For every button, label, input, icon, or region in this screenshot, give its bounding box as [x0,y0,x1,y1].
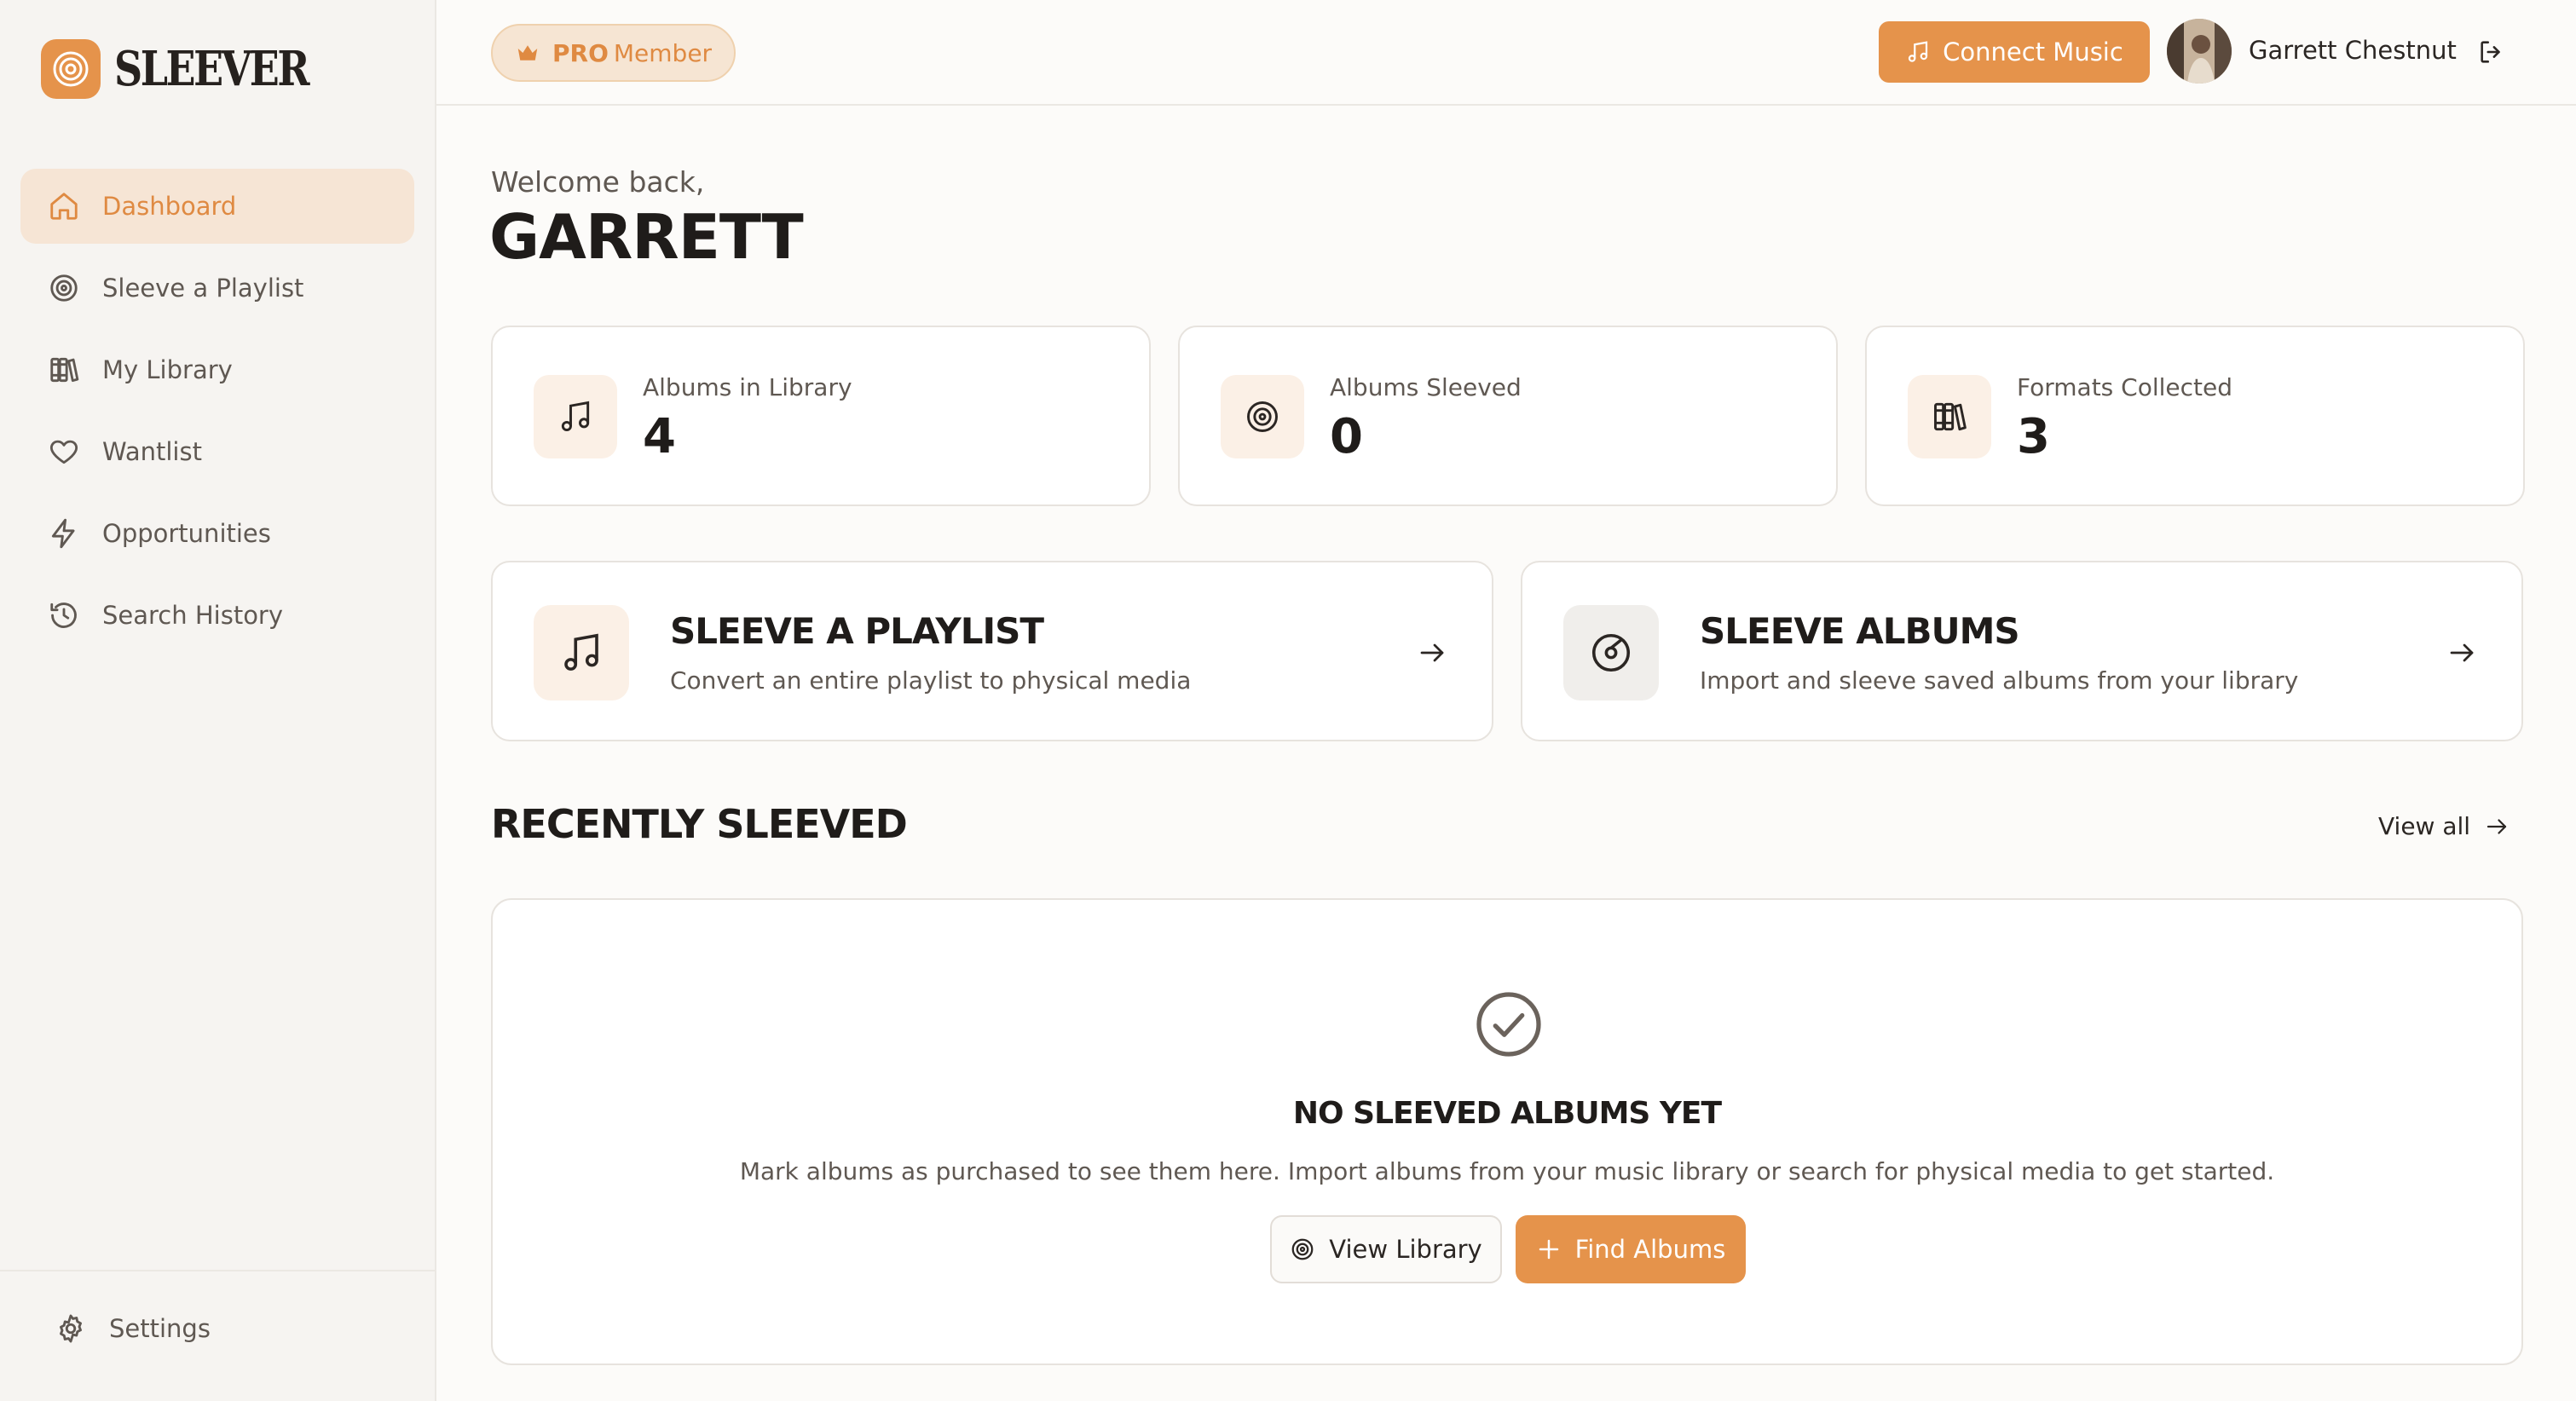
stat-value: 3 [2017,409,2050,464]
action-title: SLEEVE ALBUMS [1700,610,2020,652]
view-library-button[interactable]: View Library [1270,1215,1502,1283]
member-label: Member [613,38,713,67]
sidebar-item-label: Opportunities [102,519,271,548]
sidebar-item-label: Dashboard [102,192,237,221]
crown-icon [517,45,538,61]
connect-music-button[interactable]: Connect Music [1879,21,2150,83]
connect-music-label: Connect Music [1943,37,2123,66]
action-description: Convert an entire playlist to physical m… [670,666,1192,695]
arrow-right-icon [2486,818,2507,834]
stat-value: 4 [643,409,676,464]
stat-card-albums-in-library: Albums in Library 4 [491,326,1151,506]
check-circle-icon [1476,992,1541,1057]
pro-member-badge: PRO Member [491,24,736,82]
welcome-greeting: Welcome back, [491,165,705,199]
music-note-icon [534,605,629,700]
sidebar-item-my-library[interactable]: My Library [20,332,414,407]
books-icon [1908,375,1991,458]
empty-state-description: Mark albums as purchased to see them her… [739,1157,2275,1185]
view-all-label: View all [2378,812,2471,840]
sidebar-footer: Settings [0,1270,435,1401]
user-name[interactable]: Garrett Chestnut [2249,36,2457,65]
target-disc-icon [1221,375,1304,458]
sidebar-item-search-history[interactable]: Search History [20,578,414,653]
sidebar-item-label: My Library [102,355,233,384]
pro-label: PRO [552,38,609,67]
gear-icon [60,1314,82,1343]
target-disc-icon [1291,1238,1314,1260]
view-all-link[interactable]: View all [2378,812,2510,840]
find-albums-button[interactable]: Find Albums [1516,1215,1746,1283]
empty-state-card: NO SLEEVED ALBUMS YET Mark albums as pur… [491,898,2523,1365]
target-disc-icon [50,274,78,302]
sidebar: SLEEVER Dashboard Sleeve a Playlist My L… [0,0,436,1401]
sidebar-item-label: Sleeve a Playlist [102,274,304,303]
view-library-label: View Library [1329,1235,1482,1264]
recently-sleeved-title: RECENTLY SLEEVED [491,801,908,847]
avatar[interactable] [2167,19,2232,84]
sleeve-albums-card[interactable]: SLEEVE ALBUMS Import and sleeve saved al… [1521,561,2523,741]
action-description: Import and sleeve saved albums from your… [1700,666,2299,695]
arrow-right-icon [1420,643,1444,662]
settings-label: Settings [109,1314,211,1343]
sidebar-nav: Dashboard Sleeve a Playlist My Library W… [20,169,414,660]
logo-disc-icon [41,39,101,99]
heart-icon [49,440,78,464]
sleeve-playlist-card[interactable]: SLEEVE A PLAYLIST Convert an entire play… [491,561,1493,741]
settings-button[interactable]: Settings [55,1312,211,1345]
home-icon [50,193,78,220]
arrow-right-icon [2450,643,2474,662]
sidebar-item-sleeve-playlist[interactable]: Sleeve a Playlist [20,251,414,326]
stat-label: Albums Sleeved [1330,373,1522,401]
stat-card-formats-collected: Formats Collected 3 [1865,326,2525,506]
sidebar-item-wantlist[interactable]: Wantlist [20,414,414,489]
app-logo[interactable]: SLEEVER [41,39,350,99]
app-name: SLEEVER [114,41,309,97]
page-title: GARRETT [489,201,804,273]
empty-state-title: NO SLEEVED ALBUMS YET [1292,1096,1722,1131]
music-note-icon [534,375,617,458]
sidebar-item-opportunities[interactable]: Opportunities [20,496,414,571]
sidebar-item-label: Search History [102,601,284,630]
sidebar-item-label: Wantlist [102,437,202,466]
logout-icon[interactable] [2477,37,2506,66]
plus-icon [1539,1239,1558,1260]
books-icon [50,357,79,383]
stat-label: Formats Collected [2017,373,2232,401]
find-albums-label: Find Albums [1574,1235,1726,1264]
disc-icon [1563,605,1659,700]
stat-label: Albums in Library [643,373,852,401]
top-bar: PRO Member Connect Music Garrett Chestnu… [436,0,2576,106]
sidebar-item-dashboard[interactable]: Dashboard [20,169,414,244]
stat-value: 0 [1330,409,1363,464]
history-icon [50,602,77,628]
music-note-icon [1909,41,1928,62]
lightning-icon [51,518,75,549]
stat-card-albums-sleeved: Albums Sleeved 0 [1178,326,1838,506]
action-title: SLEEVE A PLAYLIST [670,610,1044,652]
